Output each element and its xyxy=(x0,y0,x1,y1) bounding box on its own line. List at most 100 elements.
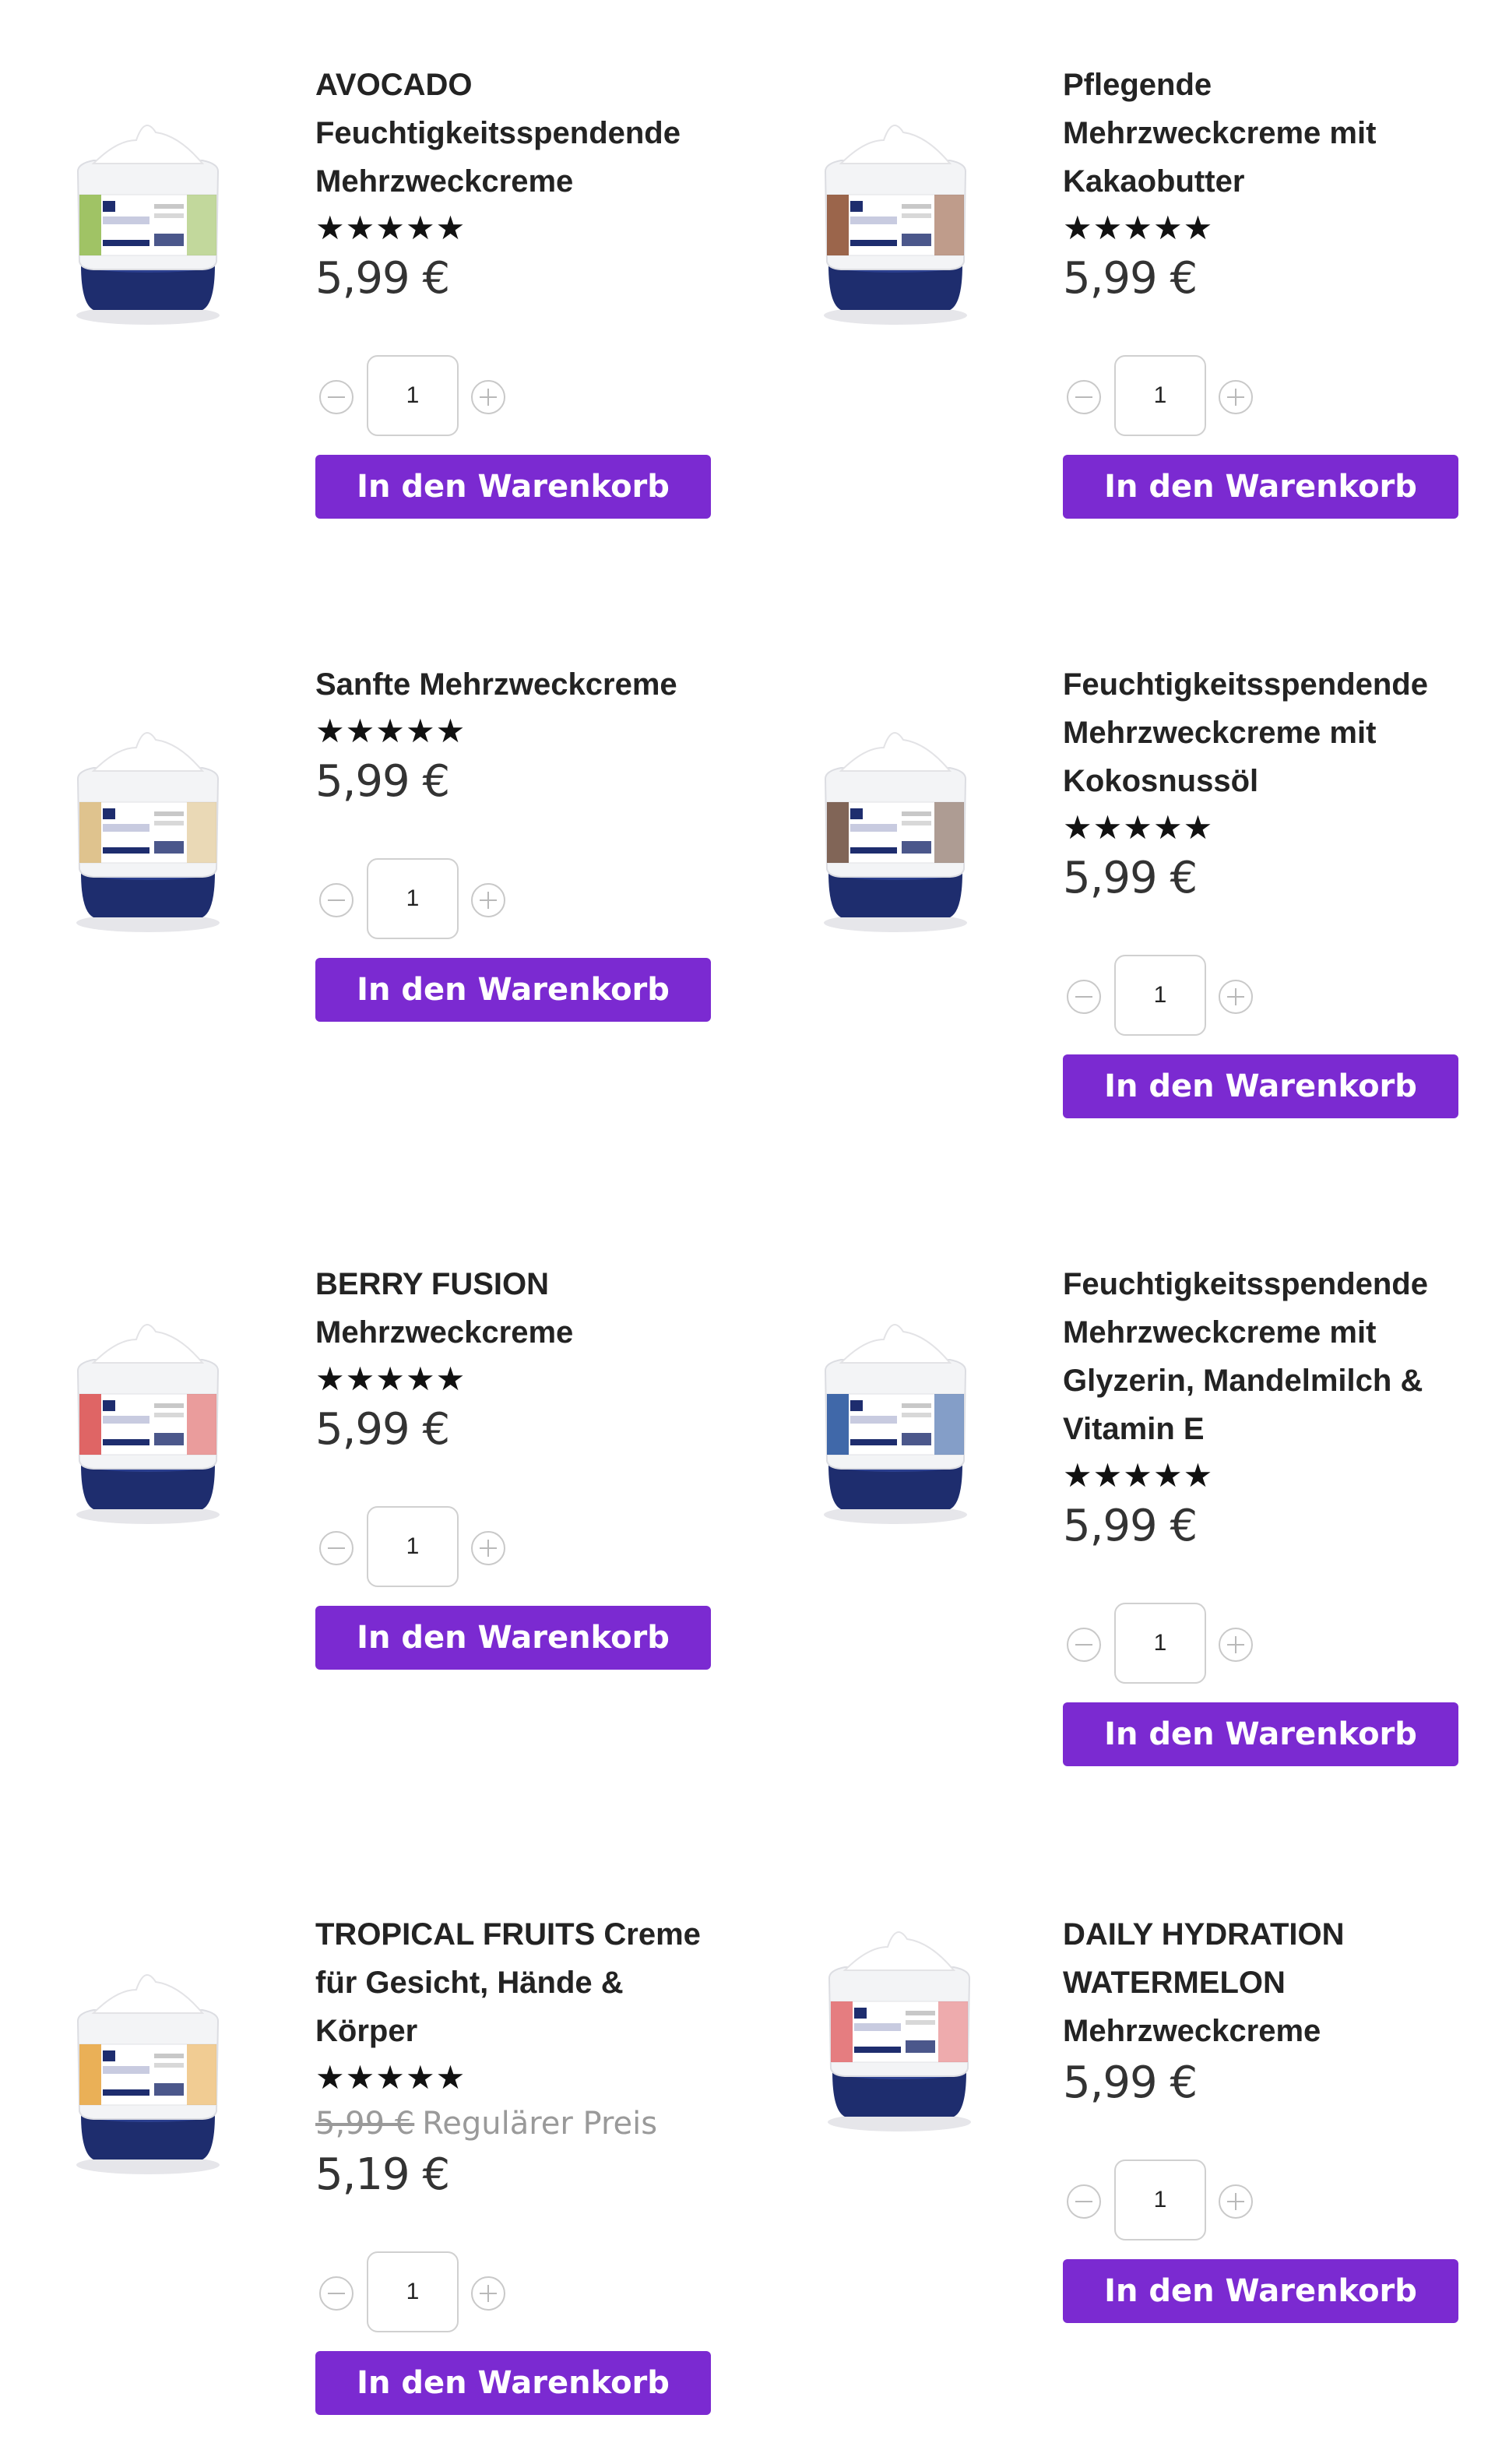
quantity-increase-button[interactable] xyxy=(471,380,505,414)
rating-stars: ★★★★★ xyxy=(315,713,466,749)
product-image-link[interactable] xyxy=(70,716,226,950)
product-title-line: Feuchtigkeitsspendende xyxy=(315,116,681,150)
quantity-decrease-button[interactable] xyxy=(1067,1628,1101,1662)
product-image xyxy=(76,1974,220,2174)
add-to-cart-button[interactable]: In den Warenkorb xyxy=(315,958,711,1022)
product-title-line: AVOCADO xyxy=(315,68,473,102)
product-title[interactable]: Feuchtigkeitsspendende Mehrzweckcreme mit… xyxy=(1063,654,1479,805)
quantity-selector: 1 xyxy=(315,1506,732,1587)
product-title-line: Glyzerin, Mandelmilch & xyxy=(1063,1364,1423,1398)
product-info: TROPICAL FRUITS Creme für Gesicht, Hände … xyxy=(315,1904,732,2415)
product-image xyxy=(824,125,967,325)
product-title-line: Mehrzweckcreme xyxy=(1063,2014,1321,2048)
product-price: 5,99 € xyxy=(1063,253,1198,304)
add-to-cart-button[interactable]: In den Warenkorb xyxy=(1063,2259,1458,2323)
quantity-input[interactable]: 1 xyxy=(367,355,459,436)
quantity-decrease-button[interactable] xyxy=(319,883,354,917)
rating-stars: ★★★★★ xyxy=(315,1360,466,1397)
quantity-decrease-button[interactable] xyxy=(1067,980,1101,1014)
product-title[interactable]: AVOCADO Feuchtigkeitsspendende Mehrzweckcr… xyxy=(315,55,732,206)
product-title-line: Mehrzweckcreme mit xyxy=(1063,716,1377,750)
quantity-input[interactable]: 1 xyxy=(1114,1603,1206,1684)
quantity-input[interactable]: 1 xyxy=(367,858,459,939)
product-title[interactable]: Feuchtigkeitsspendende Mehrzweckcreme mit… xyxy=(1063,1254,1479,1453)
product-price: 5,19 € xyxy=(315,2149,450,2200)
quantity-selector: 1 xyxy=(315,2251,732,2332)
quantity-selector: 1 xyxy=(315,858,732,939)
add-to-cart-button[interactable]: In den Warenkorb xyxy=(315,455,711,519)
product-price: 5,99 € xyxy=(315,1404,450,1455)
add-to-cart-button[interactable]: In den Warenkorb xyxy=(1063,1702,1458,1766)
quantity-selector: 1 xyxy=(1063,955,1479,1036)
product-title-line: Körper xyxy=(315,2014,418,2048)
quantity-input[interactable]: 1 xyxy=(1114,2160,1206,2240)
rating-stars: ★★★★★ xyxy=(315,209,466,246)
product-info: Pflegende Mehrzweckcreme mit Kakaobutter ★★… xyxy=(1063,55,1479,519)
product-image-link[interactable] xyxy=(794,1916,971,2149)
product-title-line: Kakaobutter xyxy=(1063,164,1245,199)
add-to-cart-button[interactable]: In den Warenkorb xyxy=(1063,1054,1458,1118)
quantity-decrease-button[interactable] xyxy=(1067,380,1101,414)
rating-stars: ★★★★★ xyxy=(1063,1457,1214,1494)
quantity-increase-button[interactable] xyxy=(471,883,505,917)
product-price: 5,99 € xyxy=(1063,853,1198,903)
add-to-cart-button[interactable]: In den Warenkorb xyxy=(1063,455,1458,519)
product-image-link[interactable] xyxy=(818,1308,973,1542)
rating-stars: ★★★★★ xyxy=(1063,209,1214,246)
regular-price: 5,99 € xyxy=(315,2106,415,2142)
regular-price-label: Regulärer Preis xyxy=(422,2106,658,2142)
quantity-increase-button[interactable] xyxy=(471,2276,505,2311)
product-image xyxy=(76,125,220,325)
product-image xyxy=(828,1931,971,2131)
quantity-increase-button[interactable] xyxy=(1219,980,1253,1014)
quantity-decrease-button[interactable] xyxy=(319,1531,354,1565)
quantity-selector: 1 xyxy=(1063,2160,1479,2240)
quantity-decrease-button[interactable] xyxy=(1067,2184,1101,2219)
product-title[interactable]: DAILY HYDRATION WATERMELON Mehrzweckcreme xyxy=(1063,1904,1479,2055)
product-image-link[interactable] xyxy=(818,109,973,343)
product-title-line: Mehrzweckcreme xyxy=(315,1315,574,1350)
quantity-decrease-button[interactable] xyxy=(319,2276,354,2311)
quantity-input[interactable]: 1 xyxy=(1114,955,1206,1036)
product-title[interactable]: BERRY FUSION Mehrzweckcreme xyxy=(315,1254,732,1357)
product-title-line: Vitamin E xyxy=(1063,1412,1205,1446)
quantity-input[interactable]: 1 xyxy=(367,2251,459,2332)
rating-stars: ★★★★★ xyxy=(1063,809,1214,846)
product-title-line: WATERMELON xyxy=(1063,1966,1286,2000)
product-info: DAILY HYDRATION WATERMELON Mehrzweckcreme 5… xyxy=(1063,1904,1479,2323)
quantity-increase-button[interactable] xyxy=(1219,1628,1253,1662)
quantity-input[interactable]: 1 xyxy=(367,1506,459,1587)
quantity-input[interactable]: 1 xyxy=(1114,355,1206,436)
product-title-line: für Gesicht, Hände & xyxy=(315,1966,624,2000)
product-image-link[interactable] xyxy=(70,109,226,343)
product-price: 5,99 € xyxy=(1063,1501,1198,1551)
product-info: BERRY FUSION Mehrzweckcreme ★★★★★ 5,99 € 1 In… xyxy=(315,1254,732,1670)
product-title-line: Mehrzweckcreme mit xyxy=(1063,1315,1377,1350)
quantity-selector: 1 xyxy=(315,355,732,436)
quantity-selector: 1 xyxy=(1063,355,1479,436)
product-image-link[interactable] xyxy=(818,716,973,950)
product-image-link[interactable] xyxy=(70,1308,226,1542)
product-info: Sanfte Mehrzweckcreme ★★★★★ 5,99 € 1 In den … xyxy=(315,654,732,1022)
quantity-increase-button[interactable] xyxy=(1219,380,1253,414)
product-title-line: Sanfte Mehrzweckcreme xyxy=(315,667,677,702)
product-title-line: Mehrzweckcreme mit xyxy=(1063,116,1377,150)
add-to-cart-button[interactable]: In den Warenkorb xyxy=(315,1606,711,1670)
product-image-link[interactable] xyxy=(70,1959,226,2192)
product-title-line: TROPICAL FRUITS Creme xyxy=(315,1917,701,1952)
product-title[interactable]: TROPICAL FRUITS Creme für Gesicht, Hände … xyxy=(315,1904,732,2055)
product-price: 5,99 € xyxy=(1063,2057,1198,2108)
quantity-increase-button[interactable] xyxy=(1219,2184,1253,2219)
product-title-line: Pflegende xyxy=(1063,68,1212,102)
product-title-line: Mehrzweckcreme xyxy=(315,164,574,199)
product-title[interactable]: Sanfte Mehrzweckcreme xyxy=(315,654,732,709)
quantity-decrease-button[interactable] xyxy=(319,380,354,414)
product-title-line: DAILY HYDRATION xyxy=(1063,1917,1345,1952)
product-info: AVOCADO Feuchtigkeitsspendende Mehrzweckcr… xyxy=(315,55,732,519)
quantity-increase-button[interactable] xyxy=(471,1531,505,1565)
quantity-selector: 1 xyxy=(1063,1603,1479,1684)
rating-stars: ★★★★★ xyxy=(315,2059,466,2096)
product-title[interactable]: Pflegende Mehrzweckcreme mit Kakaobutter xyxy=(1063,55,1479,206)
product-title-line: BERRY FUSION xyxy=(315,1267,550,1301)
add-to-cart-button[interactable]: In den Warenkorb xyxy=(315,2351,711,2415)
